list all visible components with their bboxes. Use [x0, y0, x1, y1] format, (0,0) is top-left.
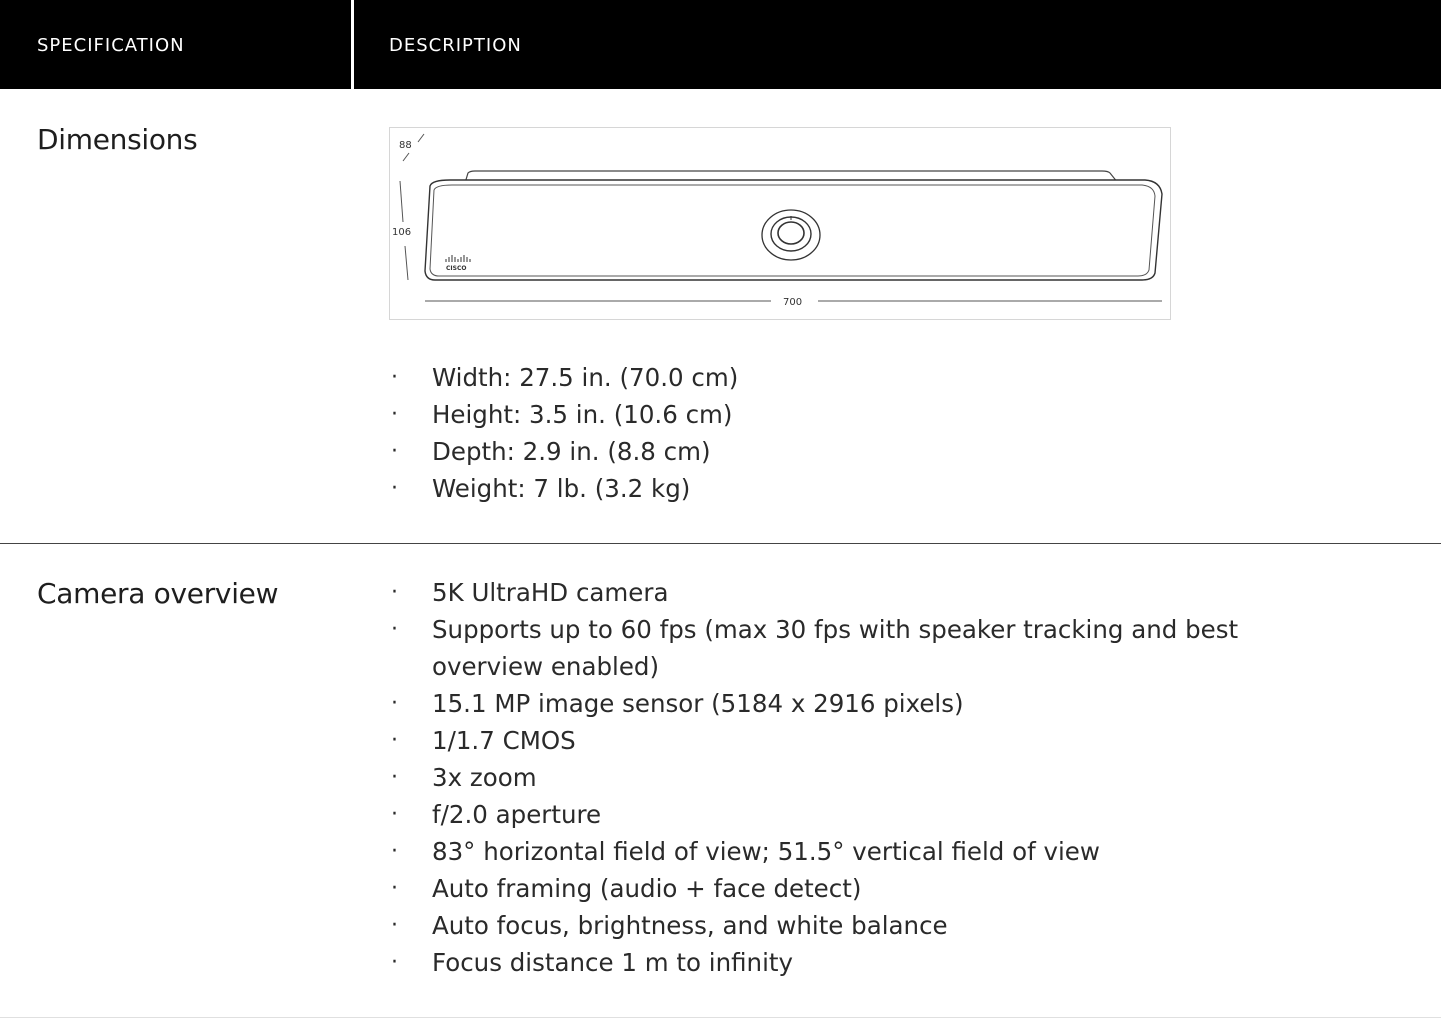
camera-overview-list: · 5K UltraHD camera · Supports up to 60 fp…	[389, 574, 1252, 981]
list-item: · 83° horizontal field of view; 51.5° ver…	[389, 833, 1252, 870]
list-item: · 15.1 MP image sensor (5184 x 2916 pixel…	[389, 685, 1252, 722]
list-item-text: Auto focus, brightness, and white balanc…	[432, 911, 948, 940]
depth-tick-bottom	[402, 152, 410, 162]
dimensions-list: · Width: 27.5 in. (70.0 cm) · Height: 3.5 …	[389, 359, 1252, 507]
list-item-text: Height: 3.5 in. (10.6 cm)	[432, 400, 733, 429]
spec-name-dimensions: Dimensions	[37, 123, 198, 156]
header-divider	[351, 0, 354, 89]
bullet-glyph: ·	[391, 365, 398, 390]
list-item-text: Auto framing (audio + face detect)	[432, 874, 862, 903]
list-item-text: Width: 27.5 in. (70.0 cm)	[432, 363, 739, 392]
list-item: · f/2.0 aperture	[389, 796, 1252, 833]
list-item: · 5K UltraHD camera	[389, 574, 1252, 611]
section-divider	[0, 543, 1441, 544]
height-line-top	[399, 180, 404, 223]
list-item: · Auto framing (audio + face detect)	[389, 870, 1252, 907]
list-item: · Focus distance 1 m to infinity	[389, 944, 1252, 981]
list-item: · Weight: 7 lb. (3.2 kg)	[389, 470, 1252, 507]
list-item-text: Supports up to 60 fps (max 30 fps with s…	[432, 615, 1239, 681]
list-item-text: Focus distance 1 m to infinity	[432, 948, 793, 977]
device-drawing: 88 106 CISCO 700	[392, 133, 1163, 308]
bullet-glyph: ·	[391, 950, 398, 975]
bottom-divider	[0, 1017, 1441, 1018]
cisco-logo-text: CISCO	[446, 265, 466, 272]
list-item: · Auto focus, brightness, and white balan…	[389, 907, 1252, 944]
list-item-text: 15.1 MP image sensor (5184 x 2916 pixels…	[432, 689, 964, 718]
list-item: · Height: 3.5 in. (10.6 cm)	[389, 396, 1252, 433]
bullet-glyph: ·	[391, 839, 398, 864]
list-item: · 1/1.7 CMOS	[389, 722, 1252, 759]
height-line-bottom	[404, 245, 409, 281]
specification-column-header: SPECIFICATION	[37, 35, 185, 56]
bullet-glyph: ·	[391, 476, 398, 501]
description-column-header: DESCRIPTION	[389, 35, 522, 56]
bullet-glyph: ·	[391, 765, 398, 790]
spec-name-camera-overview: Camera overview	[37, 577, 279, 610]
bullet-glyph: ·	[391, 439, 398, 464]
bullet-glyph: ·	[391, 913, 398, 938]
list-item: · 3x zoom	[389, 759, 1252, 796]
bullet-glyph: ·	[391, 402, 398, 427]
list-item: · Depth: 2.9 in. (8.8 cm)	[389, 433, 1252, 470]
depth-tick-top	[417, 133, 425, 143]
list-item-text: Depth: 2.9 in. (8.8 cm)	[432, 437, 711, 466]
list-item-text: f/2.0 aperture	[432, 800, 602, 829]
width-label: 700	[783, 297, 802, 308]
depth-label: 88	[399, 140, 412, 151]
list-item-text: 3x zoom	[432, 763, 537, 792]
table-header: SPECIFICATION DESCRIPTION	[0, 0, 1441, 89]
bullet-glyph: ·	[391, 728, 398, 753]
bullet-glyph: ·	[391, 802, 398, 827]
bullet-glyph: ·	[391, 617, 398, 642]
bullet-glyph: ·	[391, 876, 398, 901]
list-item-text: 83° horizontal field of view; 51.5° vert…	[432, 837, 1100, 866]
list-item-text: 1/1.7 CMOS	[432, 726, 576, 755]
camera-lens-inner	[777, 221, 805, 245]
bullet-glyph: ·	[391, 691, 398, 716]
list-item: · Width: 27.5 in. (70.0 cm)	[389, 359, 1252, 396]
bullet-glyph: ·	[391, 580, 398, 605]
list-item-text: Weight: 7 lb. (3.2 kg)	[432, 474, 691, 503]
list-item-text: 5K UltraHD camera	[432, 578, 669, 607]
list-item: · Supports up to 60 fps (max 30 fps with …	[389, 611, 1252, 685]
dimensions-diagram: 88 106 CISCO 700	[389, 127, 1171, 320]
height-label: 106	[392, 227, 411, 238]
